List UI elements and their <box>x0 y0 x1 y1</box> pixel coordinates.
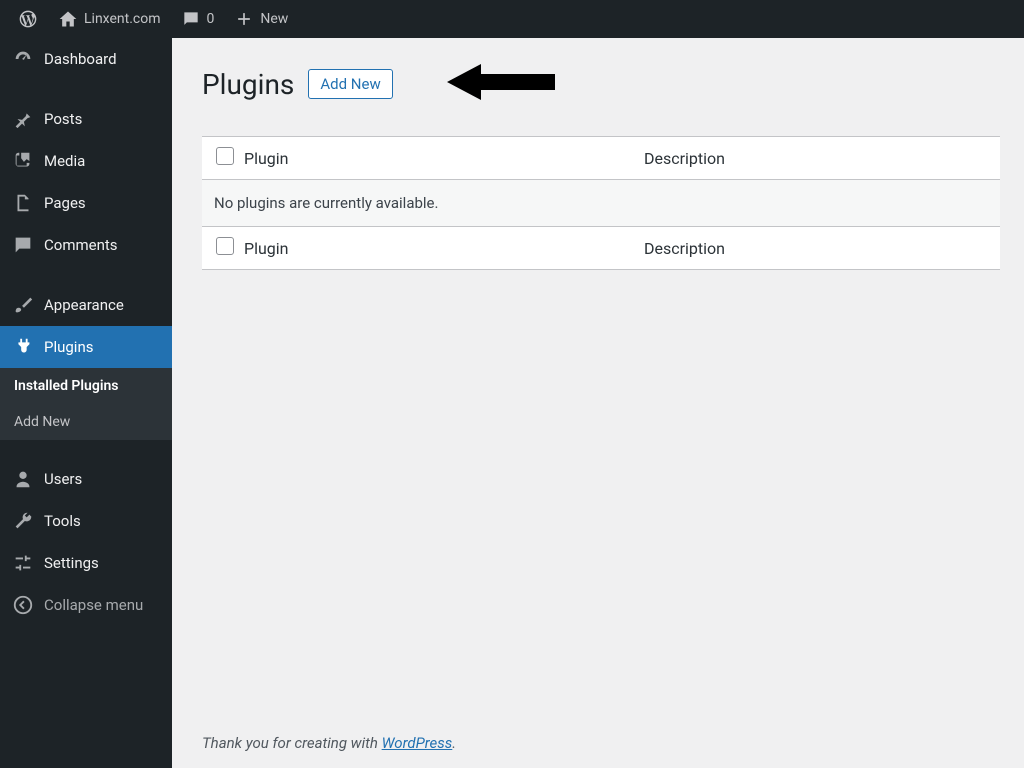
plugins-submenu: Installed Plugins Add New <box>0 368 172 440</box>
comments-count: 0 <box>207 11 215 27</box>
table-footer-row: Plugin Description <box>202 227 1000 269</box>
new-content-link[interactable]: New <box>224 0 298 38</box>
sidebar-item-label: Tools <box>44 512 81 530</box>
wrench-icon <box>12 510 34 532</box>
sidebar-item-settings[interactable]: Settings <box>0 542 172 584</box>
admin-footer: Thank you for creating with WordPress. <box>202 718 1000 768</box>
wordpress-icon <box>18 9 38 29</box>
table-header-row: Plugin Description <box>202 137 1000 180</box>
col-footer-description: Description <box>644 239 986 258</box>
pages-icon <box>12 192 34 214</box>
sidebar-item-label: Plugins <box>44 338 93 356</box>
plugins-table: Plugin Description No plugins are curren… <box>202 136 1000 270</box>
sidebar-item-label: Media <box>44 152 85 170</box>
home-icon <box>58 9 78 29</box>
add-new-button[interactable]: Add New <box>308 69 392 99</box>
collapse-icon <box>12 594 34 616</box>
table-empty-message: No plugins are currently available. <box>202 180 1000 227</box>
footer-prefix: Thank you for creating with <box>202 734 382 752</box>
plug-icon <box>12 336 34 358</box>
wordpress-link[interactable]: WordPress <box>382 734 453 752</box>
sidebar-item-label: Appearance <box>44 296 124 314</box>
sidebar-item-users[interactable]: Users <box>0 458 172 500</box>
submenu-add-new[interactable]: Add New <box>0 404 172 440</box>
select-all-checkbox-top[interactable] <box>216 147 234 165</box>
sidebar-item-label: Settings <box>44 554 99 572</box>
collapse-label: Collapse menu <box>44 596 143 614</box>
sidebar-item-comments[interactable]: Comments <box>0 224 172 266</box>
footer-suffix: . <box>452 734 456 752</box>
sidebar-item-label: Dashboard <box>44 50 117 68</box>
pushpin-icon <box>12 108 34 130</box>
annotation-arrow-icon <box>447 60 557 108</box>
sidebar-item-pages[interactable]: Pages <box>0 182 172 224</box>
sidebar-item-posts[interactable]: Posts <box>0 98 172 140</box>
user-icon <box>12 468 34 490</box>
brush-icon <box>12 294 34 316</box>
new-label: New <box>260 11 288 27</box>
sidebar-item-label: Users <box>44 470 82 488</box>
plus-icon <box>234 9 254 29</box>
sidebar-item-tools[interactable]: Tools <box>0 500 172 542</box>
sliders-icon <box>12 552 34 574</box>
admin-sidebar: Dashboard Posts Media Pages Comments App… <box>0 38 172 768</box>
select-all-checkbox-bottom[interactable] <box>216 237 234 255</box>
site-name: Linxent.com <box>84 11 161 27</box>
page-head: Plugins Add New <box>202 60 1000 108</box>
dashboard-icon <box>12 48 34 70</box>
sidebar-item-appearance[interactable]: Appearance <box>0 284 172 326</box>
sidebar-item-label: Comments <box>44 236 118 254</box>
admin-topbar: Linxent.com 0 New <box>0 0 1024 38</box>
col-footer-plugin[interactable]: Plugin <box>244 239 644 258</box>
comments-link[interactable]: 0 <box>171 0 225 38</box>
main-content: Plugins Add New Plugin Description No pl… <box>172 38 1024 768</box>
sidebar-item-label: Posts <box>44 110 82 128</box>
sidebar-item-label: Pages <box>44 194 86 212</box>
page-title: Plugins <box>202 68 294 101</box>
comment-icon <box>181 9 201 29</box>
comment-icon <box>12 234 34 256</box>
collapse-menu[interactable]: Collapse menu <box>0 584 172 626</box>
sidebar-item-dashboard[interactable]: Dashboard <box>0 38 172 80</box>
col-header-description: Description <box>644 149 986 168</box>
sidebar-item-media[interactable]: Media <box>0 140 172 182</box>
wp-logo-menu[interactable] <box>8 0 48 38</box>
col-header-plugin[interactable]: Plugin <box>244 149 644 168</box>
submenu-installed-plugins[interactable]: Installed Plugins <box>0 368 172 404</box>
media-icon <box>12 150 34 172</box>
site-home-link[interactable]: Linxent.com <box>48 0 171 38</box>
sidebar-item-plugins[interactable]: Plugins <box>0 326 172 368</box>
